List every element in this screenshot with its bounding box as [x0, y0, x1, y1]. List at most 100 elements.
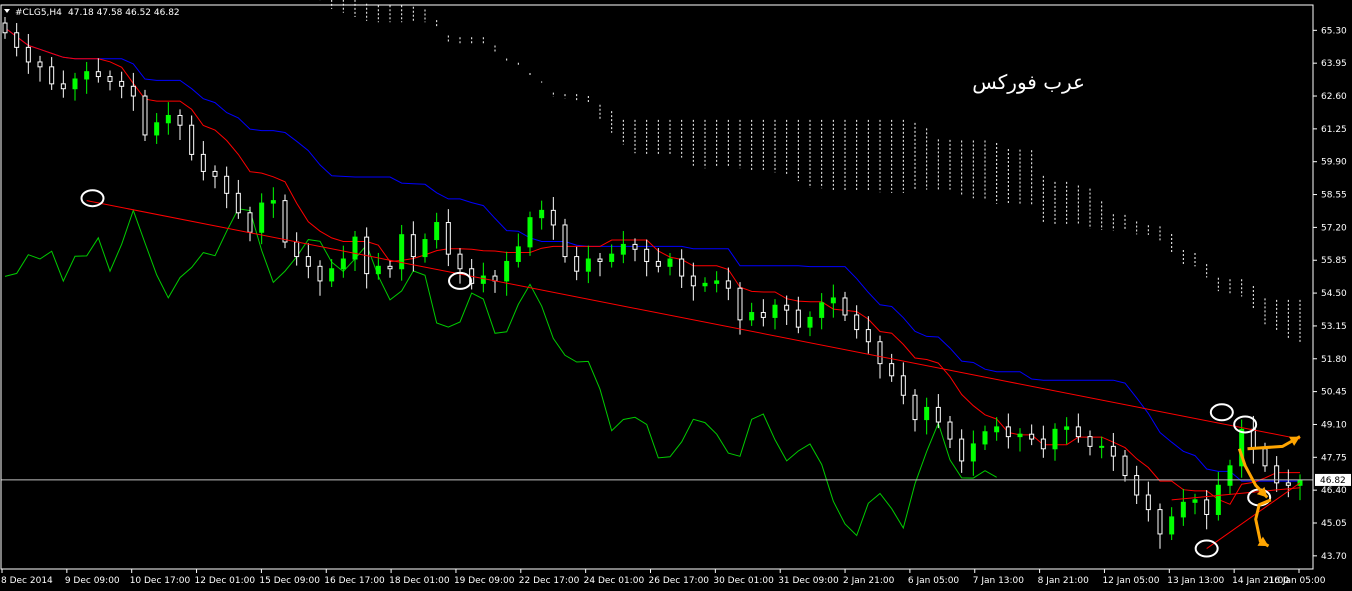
candle-body — [784, 304, 790, 311]
candle-body — [1029, 433, 1035, 440]
candle-body — [889, 363, 895, 377]
x-tick-label: 10 Dec 17:00 — [130, 576, 191, 586]
x-tick-label: 15 Dec 09:00 — [259, 576, 320, 586]
y-tick-label: 61.25 — [1321, 125, 1347, 135]
candle-body — [924, 406, 930, 421]
candle-body — [1099, 445, 1105, 448]
y-tick-label: 53.15 — [1321, 322, 1347, 332]
candle-body — [1064, 426, 1070, 430]
candle-body — [72, 78, 78, 90]
candle-body — [702, 282, 708, 287]
candle-body — [865, 329, 871, 343]
y-tick-label: 46.40 — [1321, 486, 1347, 496]
candle-body — [550, 209, 556, 226]
candle-body — [819, 302, 825, 318]
candle-body — [434, 222, 440, 241]
candle-body — [1285, 482, 1291, 486]
candle-body — [259, 202, 265, 233]
y-tick-label: 49.10 — [1321, 420, 1347, 430]
candle-body — [142, 95, 148, 136]
candle-body — [737, 287, 743, 321]
x-tick-label: 30 Dec 01:00 — [713, 576, 774, 586]
x-tick-label: 31 Dec 09:00 — [778, 576, 839, 586]
candle-body — [130, 85, 136, 97]
candle-body — [690, 275, 696, 287]
candle-body — [620, 243, 626, 255]
candle-body — [1227, 465, 1233, 486]
candle-body — [1204, 499, 1210, 515]
candle-body — [1157, 509, 1163, 535]
candle-body — [749, 312, 755, 321]
candle-body — [1192, 499, 1198, 503]
candle-body — [457, 253, 463, 270]
candle-body — [842, 297, 848, 316]
chart: 65.30 63.95 62.60 61.25 59.90 58.55 57.20 55.85… — [0, 0, 1352, 591]
x-tick-label: 2 Jan 21:00 — [843, 576, 895, 586]
candle-body — [480, 275, 486, 284]
y-tick-label: 65.30 — [1321, 26, 1347, 36]
candle-body — [515, 246, 521, 262]
candle-body — [854, 314, 860, 331]
candle-body — [95, 71, 101, 78]
candle-body — [912, 394, 918, 421]
candle-body — [1087, 436, 1093, 447]
candle-body — [1169, 516, 1175, 535]
candle-body — [1017, 433, 1023, 438]
y-tick-label: 51.80 — [1321, 355, 1347, 365]
candle-body — [177, 114, 183, 126]
y-tick-label: 54.50 — [1321, 289, 1347, 299]
y-tick-label: 62.60 — [1321, 92, 1347, 102]
symbol-label: #CLG5,H4 — [15, 8, 62, 18]
x-tick-label: 22 Dec 17:00 — [519, 576, 580, 586]
candle-body — [982, 431, 988, 445]
candle-body — [655, 260, 661, 267]
candle-body — [235, 192, 241, 214]
candle-body — [317, 265, 323, 282]
candle-body — [900, 375, 906, 396]
x-tick-label: 12 Dec 01:00 — [195, 576, 256, 586]
candle-body — [1110, 445, 1116, 457]
candle-body — [807, 316, 813, 328]
candle-body — [504, 260, 510, 282]
candle-body — [107, 76, 113, 82]
candle-body — [37, 61, 43, 68]
candle-body — [644, 248, 650, 262]
x-tick-label: 24 Dec 01:00 — [584, 576, 645, 586]
candle-body — [1075, 426, 1081, 438]
y-tick-label: 55.85 — [1321, 256, 1347, 266]
candle-body — [154, 122, 160, 136]
candle-body — [84, 71, 90, 80]
candle-body — [189, 124, 195, 155]
x-tick-label: 16 Jan 05:00 — [1269, 576, 1326, 586]
candle-body — [14, 32, 20, 48]
candle-body — [1122, 455, 1128, 477]
candle-body — [445, 222, 451, 255]
x-tick-label: 16 Dec 17:00 — [324, 576, 385, 586]
candle-body — [1040, 438, 1046, 450]
candle-body — [1215, 484, 1221, 515]
candle-body — [772, 304, 778, 318]
candle-body — [667, 258, 673, 267]
ohlc-values: 47.18 47.58 46.52 46.82 — [68, 8, 180, 18]
y-tick-label: 58.55 — [1321, 191, 1347, 201]
candle-body — [632, 243, 638, 250]
candle-body — [1250, 428, 1256, 450]
x-tick-label: 19 Dec 09:00 — [454, 576, 515, 586]
watermark-logo: عرب فوركس — [972, 70, 1085, 94]
current-price-label: 46.82 — [1320, 476, 1346, 486]
candle-body — [340, 258, 346, 270]
candle-body — [877, 341, 883, 365]
y-tick-label: 63.95 — [1321, 59, 1347, 69]
candle-body — [959, 438, 965, 462]
candle-body — [212, 170, 218, 177]
candle-body — [387, 265, 393, 270]
y-tick-label: 57.20 — [1321, 223, 1347, 233]
candle-body — [282, 200, 288, 243]
candle-body — [60, 83, 66, 90]
x-tick-label: 26 Dec 17:00 — [649, 576, 710, 586]
candle-body — [947, 421, 953, 440]
candle-body — [1134, 475, 1140, 496]
candle-body — [830, 297, 836, 304]
candle-body — [527, 217, 533, 248]
candle-body — [1052, 428, 1058, 450]
